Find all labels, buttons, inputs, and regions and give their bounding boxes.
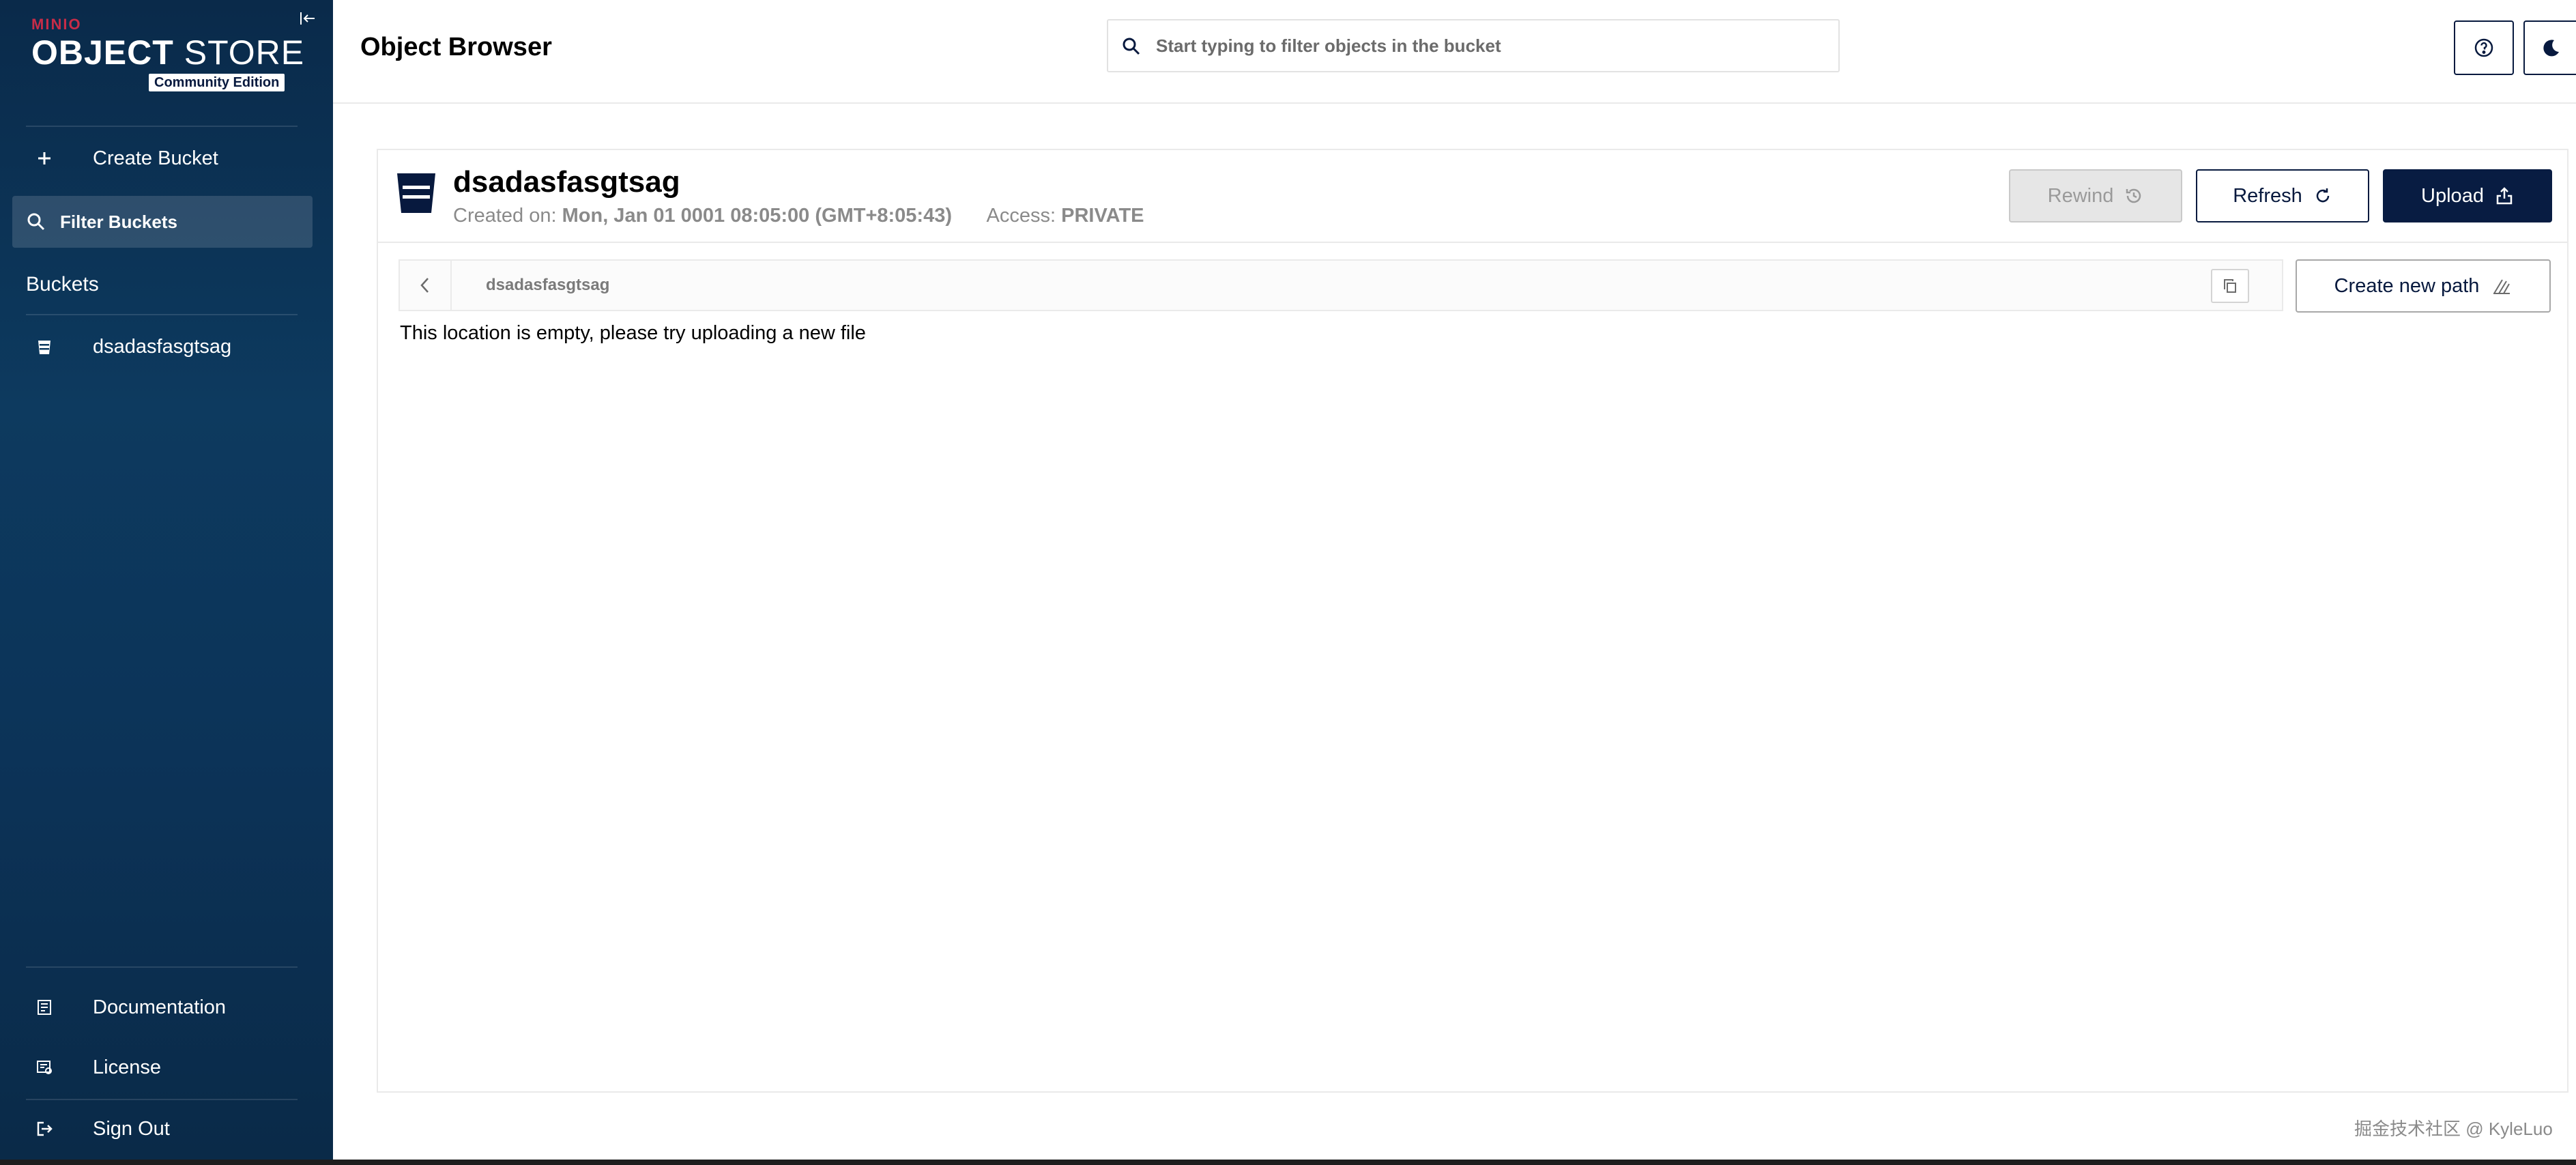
theme-toggle-button[interactable] — [2523, 20, 2576, 75]
rewind-label: Rewind — [2047, 184, 2114, 207]
rewind-button[interactable]: Rewind — [2009, 169, 2182, 222]
logo-product-thin: STORE — [184, 33, 305, 72]
copy-path-button[interactable] — [2211, 269, 2249, 303]
sidebar-item-bucket[interactable]: dsadasfasgtsag — [0, 326, 333, 367]
license-link[interactable]: License — [0, 1047, 333, 1088]
documentation-label: Documentation — [93, 996, 227, 1018]
logo-brand: MINIO — [31, 16, 82, 33]
sidebar-item-label: dsadasfasgtsag — [93, 335, 232, 358]
upload-icon — [2496, 187, 2513, 205]
object-search-field[interactable] — [1107, 19, 1840, 72]
top-header: Object Browser — [333, 0, 2576, 104]
refresh-button[interactable]: Refresh — [2196, 169, 2369, 222]
filter-buckets-field[interactable] — [12, 196, 313, 248]
bucket-icon — [396, 171, 437, 214]
refresh-label: Refresh — [2233, 184, 2302, 207]
app: MINIO OBJECT STORE Community Edition Cre… — [0, 0, 2576, 1165]
access-label: Access: — [986, 205, 1056, 227]
documentation-link[interactable]: Documentation — [0, 987, 333, 1028]
license-icon — [34, 1057, 55, 1078]
bucket-panel: dsadasfasgtsag Created on: Mon, Jan 01 0… — [377, 149, 2568, 1093]
logo-edition-badge: Community Edition — [149, 74, 285, 91]
license-label: License — [93, 1056, 161, 1078]
create-bucket-button[interactable]: Create Bucket — [0, 138, 333, 179]
sign-out-icon — [34, 1119, 55, 1139]
sidebar: MINIO OBJECT STORE Community Edition Cre… — [0, 0, 333, 1160]
buckets-section-title: Buckets — [26, 273, 99, 296]
moon-icon — [2543, 40, 2559, 57]
sidebar-divider — [26, 1099, 298, 1100]
copy-icon — [2224, 279, 2236, 293]
history-icon — [2126, 188, 2141, 203]
sidebar-divider — [26, 126, 298, 127]
empty-state-message: This location is empty, please try uploa… — [400, 322, 866, 344]
page-title: Object Browser — [360, 33, 552, 61]
new-path-icon — [2493, 279, 2510, 294]
create-bucket-label: Create Bucket — [93, 147, 218, 169]
create-new-path-label: Create new path — [2334, 274, 2480, 297]
search-icon — [1120, 35, 1142, 57]
bucket-meta: Created on: Mon, Jan 01 0001 08:05:00 (G… — [453, 205, 1144, 227]
object-search-input[interactable] — [1156, 31, 1825, 60]
refresh-icon — [2316, 188, 2330, 203]
logo-product-bold: OBJECT — [31, 33, 174, 72]
filter-buckets-input[interactable] — [60, 208, 306, 235]
help-button[interactable] — [2454, 20, 2514, 75]
breadcrumb-path[interactable]: dsadasfasgtsag — [486, 276, 609, 295]
upload-button[interactable]: Upload — [2383, 169, 2552, 222]
watermark: 掘金技术社区 @ KyleLuo — [2354, 1119, 2553, 1139]
collapse-sidebar-icon[interactable] — [298, 8, 318, 29]
help-icon — [2474, 38, 2493, 57]
path-breadcrumb: dsadasfasgtsag — [399, 259, 2283, 311]
bucket-name: dsadasfasgtsag — [453, 165, 680, 199]
sign-out-button[interactable]: Sign Out — [0, 1108, 333, 1149]
access-value: PRIVATE — [1061, 205, 1144, 227]
book-icon — [34, 997, 55, 1018]
back-button[interactable] — [400, 261, 452, 310]
create-new-path-button[interactable]: Create new path — [2296, 259, 2551, 313]
sign-out-label: Sign Out — [93, 1117, 170, 1140]
sidebar-divider — [26, 314, 298, 315]
logo-product: OBJECT STORE — [31, 34, 304, 71]
created-label: Created on: — [453, 205, 557, 227]
sidebar-divider — [26, 966, 298, 968]
upload-label: Upload — [2421, 184, 2484, 207]
bottom-edge — [0, 1160, 2576, 1165]
bucket-icon — [34, 336, 55, 357]
created-value: Mon, Jan 01 0001 08:05:00 (GMT+8:05:43) — [562, 205, 952, 227]
minio-logo[interactable]: MINIO OBJECT STORE Community Edition — [31, 16, 304, 91]
plus-icon — [34, 148, 55, 169]
search-icon — [26, 212, 46, 232]
chevron-left-icon — [420, 278, 429, 293]
bucket-header: dsadasfasgtsag Created on: Mon, Jan 01 0… — [378, 150, 2567, 243]
